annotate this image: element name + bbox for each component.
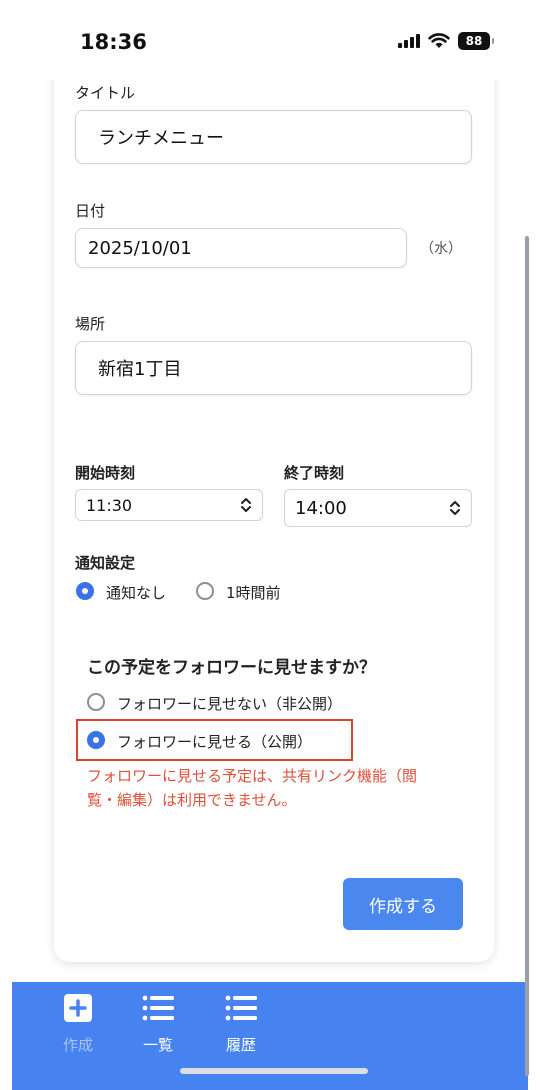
list-icon (225, 995, 257, 1021)
place-label: 場所 (75, 315, 106, 333)
wifi-icon (428, 33, 450, 48)
weekday-text: （水） (420, 241, 462, 257)
battery-icon: 88 (458, 32, 494, 50)
create-button[interactable]: 作成する (343, 878, 463, 930)
end-time-select[interactable]: 14:00 (284, 489, 472, 527)
date-input[interactable]: 2025/10/01 (75, 228, 407, 268)
start-time-value: 11:30 (86, 495, 133, 515)
start-time-label: 開始時刻 (75, 464, 136, 482)
plus-square-icon (64, 994, 92, 1022)
nav-label-create: 作成 (62, 1036, 93, 1054)
notify-1h-radio[interactable] (196, 582, 214, 600)
status-time: 18:36 (80, 30, 147, 54)
start-time-select[interactable]: 11:30 (75, 489, 263, 521)
chevron-up-down-icon (450, 501, 460, 515)
status-bar: 18:36 88 (0, 0, 540, 80)
visibility-private-radio[interactable] (87, 693, 105, 711)
nav-item-history[interactable]: 履歴 (211, 994, 271, 1055)
title-label: タイトル (75, 84, 136, 102)
end-time-label: 終了時刻 (284, 464, 345, 482)
nav-item-create[interactable]: 作成 (48, 994, 108, 1055)
warning-line-2: 覧・編集）は利用できません。 (87, 791, 297, 809)
nav-label-history: 履歴 (225, 1036, 256, 1054)
list-icon (142, 995, 174, 1021)
end-time-value: 14:00 (295, 497, 347, 519)
visibility-public-radio[interactable] (87, 731, 105, 749)
notify-none-label: 通知なし (106, 584, 167, 602)
scrollbar[interactable] (525, 236, 529, 1076)
notification-label: 通知設定 (75, 554, 136, 572)
home-indicator (180, 1068, 368, 1074)
status-icons: 88 (398, 32, 494, 50)
visibility-public-label: フォロワーに見せる（公開） (117, 733, 313, 751)
cellular-signal-icon (398, 34, 420, 48)
chevron-up-down-icon (241, 498, 251, 512)
warning-line-1: フォロワーに見せる予定は、共有リンク機能（閲 (87, 767, 418, 785)
visibility-private-label: フォロワーに見せない（非公開） (117, 695, 343, 713)
visibility-warning-text: フォロワーに見せる予定は、共有リンク機能（閲 覧・編集）は利用できません。 (87, 764, 477, 812)
nav-item-list[interactable]: 一覧 (128, 994, 188, 1055)
nav-label-list: 一覧 (142, 1036, 173, 1054)
title-input[interactable]: ランチメニュー (75, 110, 472, 164)
date-label: 日付 (75, 202, 106, 220)
visibility-question: この予定をフォロワーに見せますか？ (87, 658, 376, 678)
notify-1h-label: 1時間前 (226, 584, 281, 602)
notify-none-radio[interactable] (76, 582, 94, 600)
place-input[interactable]: 新宿1丁目 (75, 341, 472, 395)
